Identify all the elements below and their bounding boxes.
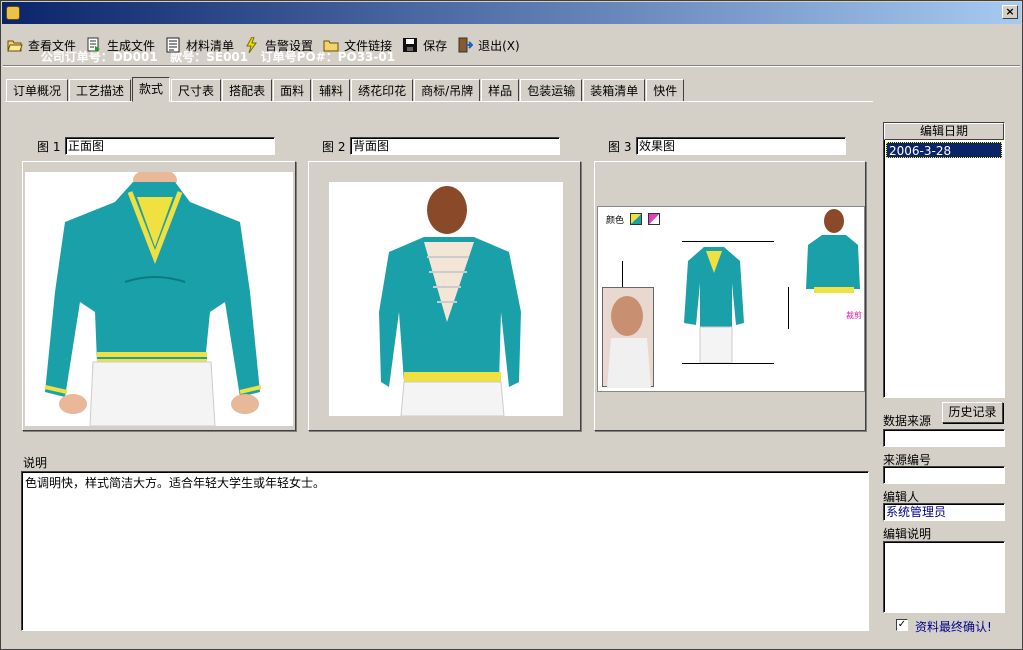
tab-fabric[interactable]: 面料 bbox=[273, 79, 312, 102]
material-list-label: 材料清单 bbox=[186, 38, 235, 53]
effect-tag: 裁剪 bbox=[846, 311, 862, 320]
edit-note-label: 编辑说明 bbox=[883, 527, 932, 541]
lightning-icon bbox=[244, 36, 260, 54]
app-logo-icon bbox=[6, 6, 20, 20]
back-thumbnail: 裁剪 bbox=[804, 209, 864, 321]
generate-file-button[interactable]: 生成文件 bbox=[86, 33, 155, 57]
connector-line-4 bbox=[788, 287, 789, 329]
file-link-button[interactable]: 文件链接 bbox=[323, 33, 392, 57]
toolbar: 查看文件 生成文件 材料清单 告警设置 文件链接 保存 退出(X) bbox=[7, 31, 530, 59]
front-view-image bbox=[25, 168, 293, 427]
list-document-icon bbox=[165, 37, 181, 53]
final-confirm-label[interactable]: 资料最终确认! bbox=[915, 618, 992, 635]
connector-line-2 bbox=[682, 241, 774, 242]
generate-file-label: 生成文件 bbox=[107, 38, 156, 53]
figure-2-name-field[interactable]: 背面图 bbox=[350, 137, 560, 155]
material-list-button[interactable]: 材料清单 bbox=[165, 33, 234, 57]
exit-button[interactable]: 退出(X) bbox=[457, 33, 520, 57]
save-button[interactable]: 保存 bbox=[402, 33, 447, 57]
save-label: 保存 bbox=[423, 38, 448, 53]
tab-size-chart[interactable]: 尺寸表 bbox=[171, 79, 222, 102]
open-folder-icon bbox=[7, 37, 23, 53]
effect-image-panel[interactable]: 颜色 裁剪 bbox=[594, 161, 866, 431]
description-label: 说明 bbox=[23, 456, 48, 470]
figure-1-name-field[interactable]: 正面图 bbox=[65, 137, 275, 155]
data-source-label: 数据来源 bbox=[883, 414, 932, 428]
figure-3-name-field[interactable]: 效果图 bbox=[636, 137, 846, 155]
exit-door-icon bbox=[457, 37, 474, 53]
final-confirm-checkbox[interactable]: ✓ bbox=[896, 619, 908, 631]
connector-line-3 bbox=[682, 363, 774, 364]
tab-embroidery-print[interactable]: 绣花印花 bbox=[351, 79, 414, 102]
tab-bar: 订单概况 工艺描述 款式 尺寸表 搭配表 面料 辅料 绣花印花 商标/吊牌 样品… bbox=[6, 77, 685, 102]
title-bar: 公司订单号：DD001 款号：SE001 订单号PO#：PO33-01 × bbox=[2, 2, 1021, 64]
model-photo bbox=[602, 287, 654, 388]
exit-label: 退出(X) bbox=[478, 38, 520, 53]
editor-field[interactable]: 系统管理员 bbox=[883, 503, 1005, 521]
generate-document-icon bbox=[86, 37, 102, 53]
color-label: 颜色 bbox=[606, 216, 625, 226]
folder-icon bbox=[323, 37, 339, 53]
edit-date-item[interactable]: 2006-3-28 13:51:36 bbox=[886, 142, 1002, 174]
toolbar-separator bbox=[3, 65, 1020, 67]
edit-date-header[interactable]: 编辑日期 bbox=[884, 123, 1004, 140]
color-swatch-pink bbox=[648, 213, 660, 225]
history-record-button[interactable]: 历史记录 bbox=[942, 402, 1003, 423]
tab-express[interactable]: 快件 bbox=[646, 79, 685, 102]
save-disk-icon bbox=[402, 37, 418, 53]
alarm-settings-label: 告警设置 bbox=[265, 38, 314, 53]
figure-3-label: 图 3 bbox=[608, 140, 632, 154]
tab-process-description[interactable]: 工艺描述 bbox=[69, 79, 132, 102]
figure-1-label: 图 1 bbox=[37, 140, 61, 154]
effect-sheet-image: 颜色 裁剪 bbox=[597, 206, 865, 392]
main-window: 公司订单号：DD001 款号：SE001 订单号PO#：PO33-01 × 查看… bbox=[0, 0, 1023, 650]
tab-order-overview[interactable]: 订单概况 bbox=[6, 79, 69, 102]
alarm-settings-button[interactable]: 告警设置 bbox=[244, 33, 313, 57]
color-swatch-teal bbox=[630, 213, 642, 225]
close-button[interactable]: × bbox=[1002, 5, 1018, 19]
edit-note-textarea[interactable] bbox=[883, 541, 1005, 613]
edit-date-list[interactable]: 编辑日期 2006-3-28 13:51:36 bbox=[883, 122, 1005, 398]
data-source-field[interactable] bbox=[883, 429, 1005, 447]
tab-label-tag[interactable]: 商标/吊牌 bbox=[414, 79, 481, 102]
connector-line-1 bbox=[622, 261, 623, 287]
tab-accessories[interactable]: 辅料 bbox=[312, 79, 351, 102]
back-image-panel[interactable] bbox=[308, 161, 581, 431]
description-textarea[interactable]: 色调明快，样式简洁大方。适合年轻大学生或年轻女士。 bbox=[21, 471, 869, 631]
file-link-label: 文件链接 bbox=[344, 38, 393, 53]
figure-2-label: 图 2 bbox=[322, 140, 346, 154]
front-thumbnail bbox=[682, 243, 746, 364]
front-image-panel[interactable] bbox=[22, 161, 296, 431]
tab-packing-shipping[interactable]: 包装运输 bbox=[520, 79, 583, 102]
tab-matching-chart[interactable]: 搭配表 bbox=[222, 79, 273, 102]
tab-samples[interactable]: 样品 bbox=[481, 79, 520, 102]
tab-style[interactable]: 款式 bbox=[132, 77, 171, 102]
tab-packing-list[interactable]: 装箱清单 bbox=[583, 79, 646, 102]
view-file-button[interactable]: 查看文件 bbox=[7, 33, 76, 57]
view-file-label: 查看文件 bbox=[28, 38, 77, 53]
back-view-image bbox=[329, 182, 563, 417]
source-number-field[interactable] bbox=[883, 466, 1005, 484]
